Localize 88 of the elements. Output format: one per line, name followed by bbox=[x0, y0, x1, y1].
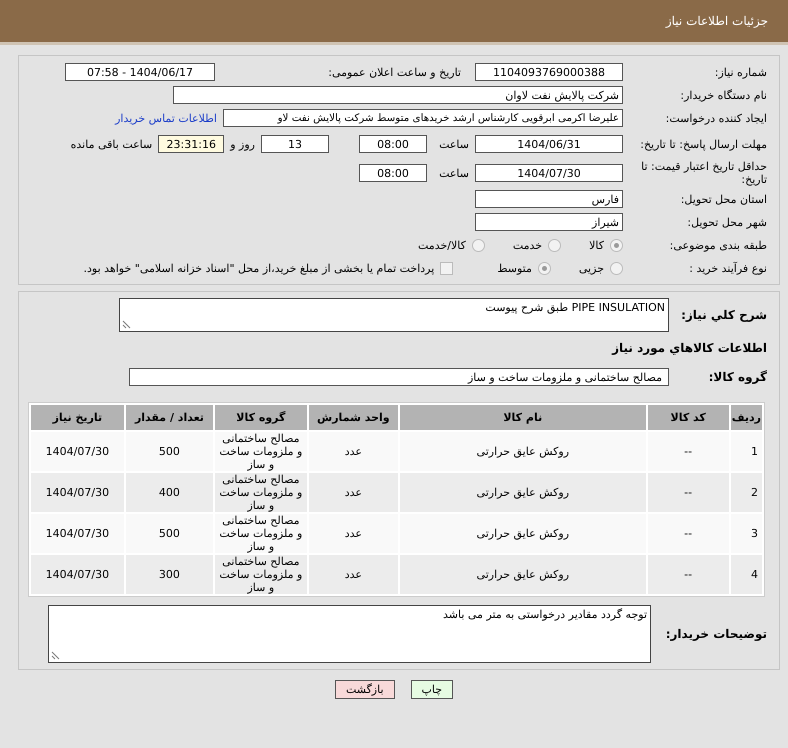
radio-label: جزیی bbox=[578, 262, 604, 274]
table-cell: -- bbox=[648, 514, 729, 553]
table-cell: مصالح ساختمانی و ملزومات ساخت و ساز bbox=[215, 473, 307, 512]
announce-date-field: 1404/06/17 - 07:58 bbox=[65, 63, 215, 81]
description-text: PIPE INSULATION طبق شرح پیوست bbox=[485, 301, 665, 314]
days-label: روز و bbox=[230, 138, 255, 150]
table-cell: عدد bbox=[308, 473, 398, 512]
radio-label: خدمت bbox=[512, 238, 542, 252]
table-cell: 1404/07/30 bbox=[31, 432, 124, 471]
table-cell: 2 bbox=[730, 473, 762, 512]
deadline-time-field: 08:00 bbox=[359, 135, 427, 153]
table-cell: روکش عایق حرارتی bbox=[400, 473, 646, 512]
field-label: توضیحات خریدار: bbox=[664, 628, 767, 640]
buyer-field: شرکت پالایش نفت لاوان bbox=[173, 86, 623, 104]
column-header: ردیف bbox=[730, 405, 762, 430]
validity-date-field: 1404/07/30 bbox=[475, 164, 623, 182]
days-field: 13 bbox=[261, 135, 329, 153]
table-cell: 1404/07/30 bbox=[31, 473, 124, 512]
table-cell: 300 bbox=[126, 555, 214, 594]
radio-label: متوسط bbox=[497, 262, 532, 274]
radio-button[interactable] bbox=[538, 262, 551, 274]
column-header: تعداد / مقدار bbox=[126, 405, 214, 430]
table-cell: روکش عایق حرارتی bbox=[400, 514, 646, 553]
creator-field: علیرضا اکرمی ابرقویی کارشناس ارشد خریدهای متوسط شرکت پالایش نفت لاو bbox=[223, 109, 623, 127]
field-label: استان محل تحویل: bbox=[680, 192, 767, 206]
resize-grip-icon bbox=[122, 320, 131, 329]
remaining-label: ساعت باقی مانده bbox=[70, 138, 152, 150]
column-header: کد کالا bbox=[648, 405, 729, 430]
field-label: گروه کالا: bbox=[708, 370, 767, 384]
field-label: نوع فرآیند خرید : bbox=[688, 262, 767, 274]
field-label: شهر محل تحویل: bbox=[686, 216, 767, 228]
print-button[interactable]: چاپ bbox=[410, 680, 454, 699]
back-button[interactable]: بازگشت bbox=[334, 680, 395, 699]
table-cell: عدد bbox=[308, 432, 398, 471]
table-cell: 4 bbox=[730, 555, 762, 594]
radio-button[interactable] bbox=[610, 262, 623, 274]
radio-button[interactable] bbox=[472, 238, 485, 252]
field-label: شرح کلي نیاز: bbox=[680, 308, 767, 322]
table-cell: 500 bbox=[126, 514, 214, 553]
table-cell: -- bbox=[648, 432, 729, 471]
table-cell: 1404/07/30 bbox=[31, 555, 124, 594]
city-field: شیراز bbox=[475, 213, 623, 231]
deadline-date-field: 1404/06/31 bbox=[475, 135, 623, 153]
resize-grip-icon bbox=[51, 651, 60, 660]
column-header: نام کالا bbox=[400, 405, 646, 430]
radio-label: کالا bbox=[589, 238, 604, 252]
table-cell: -- bbox=[648, 473, 729, 512]
table-cell: 1404/07/30 bbox=[31, 514, 124, 553]
table-cell: روکش عایق حرارتی bbox=[400, 432, 646, 471]
time-label: ساعت bbox=[438, 138, 469, 150]
table-cell: 3 bbox=[730, 514, 762, 553]
field-label: مهلت ارسال پاسخ: تا تاریخ: bbox=[639, 138, 767, 150]
field-label: تاریخ و ساعت اعلان عمومی: bbox=[327, 66, 462, 78]
validity-time-field: 08:00 bbox=[359, 164, 427, 182]
table-cell: عدد bbox=[308, 555, 398, 594]
section-heading: اطلاعات کالاهاي مورد نیاز bbox=[612, 341, 767, 355]
table-cell: مصالح ساختمانی و ملزومات ساخت و ساز bbox=[215, 555, 307, 594]
field-label: طبقه بندی موضوعی: bbox=[668, 238, 767, 252]
notes-box[interactable]: توجه گردد مقادیر درخواستی به متر می باشد bbox=[48, 605, 651, 663]
table-cell: مصالح ساختمانی و ملزومات ساخت و ساز bbox=[215, 432, 307, 471]
radio-button[interactable] bbox=[610, 238, 623, 252]
table-cell: روکش عایق حرارتی bbox=[400, 555, 646, 594]
notes-text: توجه گردد مقادیر درخواستی به متر می باشد bbox=[442, 608, 647, 621]
remaining-time-field: 23:31:16 bbox=[158, 135, 224, 153]
column-header: تاریخ نیاز bbox=[31, 405, 124, 430]
description-box[interactable]: PIPE INSULATION طبق شرح پیوست bbox=[119, 298, 669, 332]
field-label: نام دستگاه خریدار: bbox=[679, 88, 767, 102]
table-cell: 1 bbox=[730, 432, 762, 471]
buyer-contact-link[interactable]: اطلاعات تماس خریدار bbox=[115, 112, 217, 124]
table-cell: -- bbox=[648, 555, 729, 594]
column-header: واحد شمارش bbox=[308, 405, 398, 430]
checkbox[interactable] bbox=[440, 262, 454, 274]
radio-label: کالا/خدمت bbox=[418, 238, 466, 252]
page-title: جزئیات اطلاعات نیاز bbox=[666, 14, 768, 28]
column-header: گروه کالا bbox=[215, 405, 307, 430]
field-label: شماره نیاز: bbox=[714, 66, 767, 78]
checkbox-label: پرداخت تمام یا بخشی از مبلغ خرید،از محل "اسناد خزانه اسلامی" خواهد بود. bbox=[84, 262, 434, 274]
field-label: حداقل تاریخ اعتبار قیمت: تا تاریخ: bbox=[640, 160, 767, 186]
table-cell: عدد bbox=[308, 514, 398, 553]
time-label: ساعت bbox=[438, 166, 469, 180]
table-cell: 500 bbox=[126, 432, 214, 471]
table-cell: مصالح ساختمانی و ملزومات ساخت و ساز bbox=[215, 514, 307, 553]
goods-group-field: مصالح ساختمانی و ملزومات ساخت و ساز bbox=[129, 368, 669, 386]
province-field: فارس bbox=[475, 190, 623, 208]
radio-button[interactable] bbox=[548, 238, 562, 252]
need-number-field: 1104093769000388 bbox=[475, 63, 623, 81]
field-label: ایجاد کننده درخواست: bbox=[664, 112, 767, 124]
table-cell: 400 bbox=[126, 473, 214, 512]
